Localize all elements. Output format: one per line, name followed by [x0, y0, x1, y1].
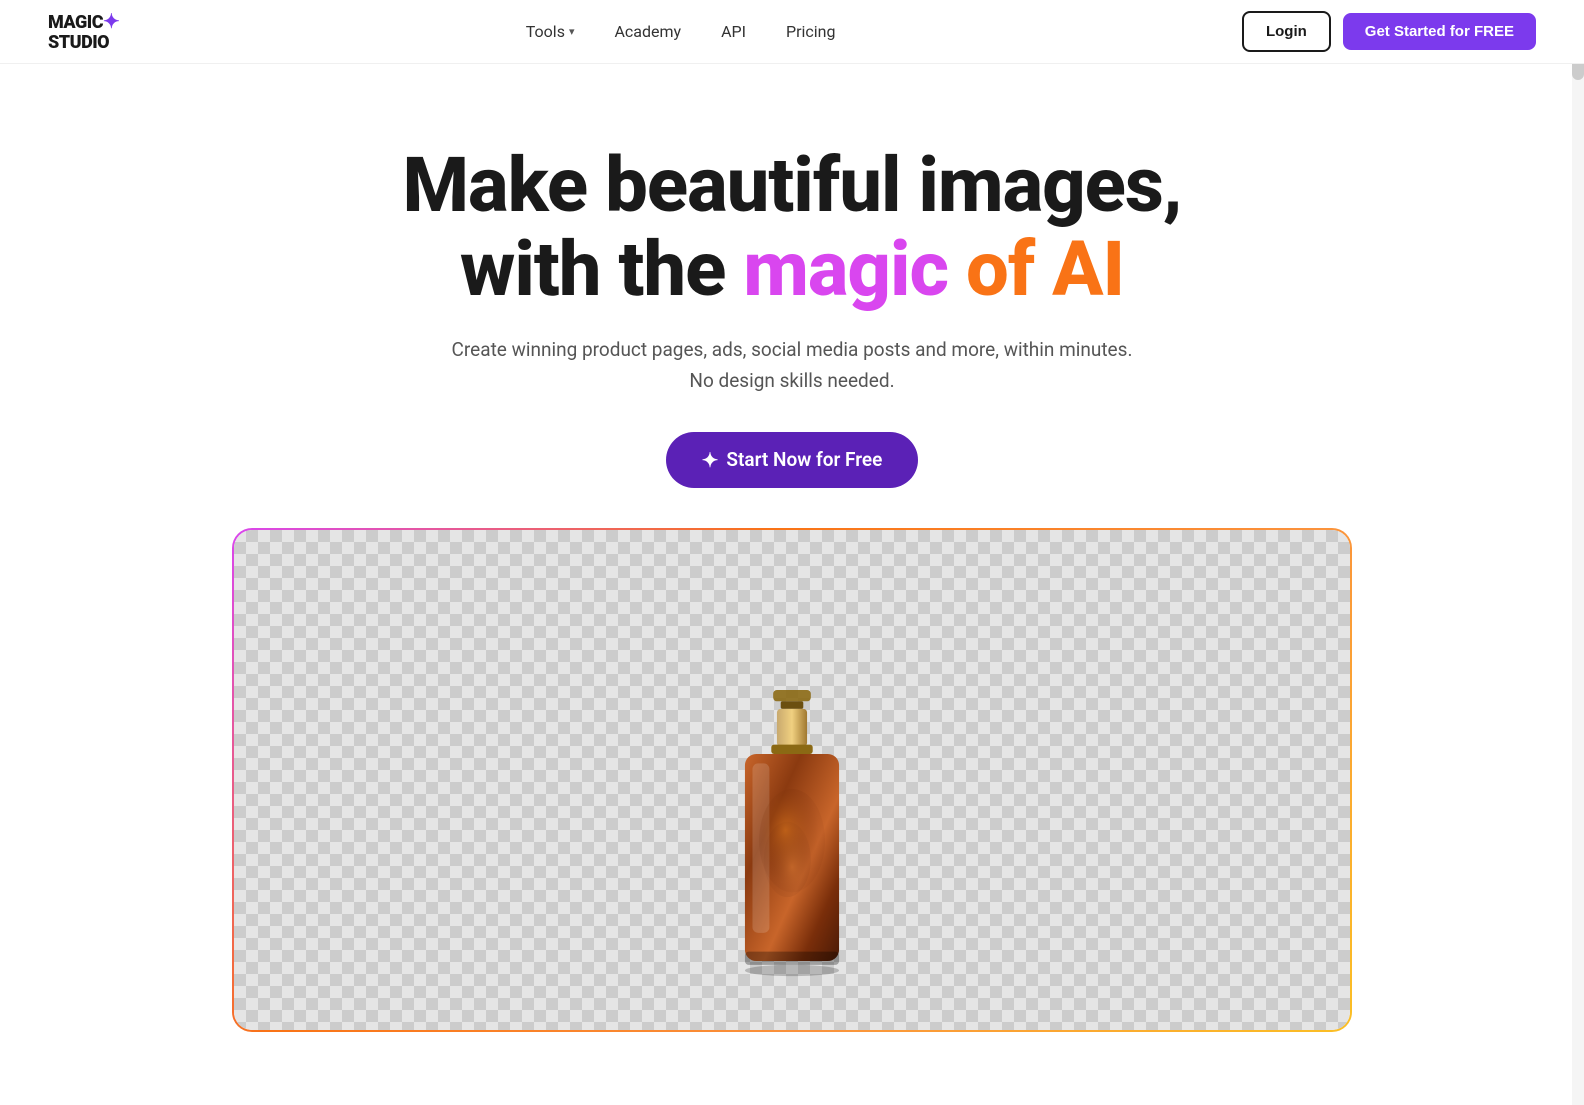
hero-subtitle-line2: No design skills needed.	[689, 369, 894, 392]
nav-link-pricing[interactable]: Pricing	[786, 22, 836, 41]
navbar: MAGIC✦ STUDIO Tools ▾ Academy API Pricin…	[0, 0, 1584, 64]
logo-link[interactable]: MAGIC✦ STUDIO	[48, 10, 119, 53]
hero-title-line2: with the magic of AI	[460, 224, 1124, 314]
checker-background	[234, 530, 1350, 1030]
hero-subtitle-line1: Create winning product pages, ads, socia…	[452, 338, 1133, 361]
nav-link-academy[interactable]: Academy	[614, 22, 681, 41]
hero-title-magic: magic	[743, 224, 948, 314]
hero-title-of: of	[948, 224, 1052, 314]
start-now-label: Start Now for Free	[726, 448, 882, 471]
nav-item-academy: Academy	[614, 22, 681, 41]
nav-item-api: API	[721, 22, 746, 41]
perfume-bottle-image	[692, 690, 892, 1010]
hero-title-line1: Make beautiful images,	[402, 140, 1181, 230]
sparkle-icon: ✦	[702, 448, 719, 472]
logo-text-studio: STUDIO	[48, 33, 119, 53]
hero-title: Make beautiful images, with the magic of…	[40, 144, 1544, 311]
nav-item-pricing: Pricing	[786, 22, 836, 41]
logo-star-icon: ✦	[103, 9, 119, 33]
logo-text-magic: MAGIC✦	[48, 10, 119, 33]
start-now-button[interactable]: ✦ Start Now for Free	[666, 432, 919, 488]
nav-links: Tools ▾ Academy API Pricing	[526, 22, 836, 41]
tools-label: Tools	[526, 22, 565, 41]
academy-label: Academy	[614, 22, 681, 41]
browser-scrollbar[interactable]	[1572, 0, 1584, 1105]
hero-subtitle: Create winning product pages, ads, socia…	[40, 335, 1544, 396]
nav-link-api[interactable]: API	[721, 22, 746, 41]
api-label: API	[721, 22, 746, 41]
demo-container	[232, 528, 1352, 1032]
pricing-label: Pricing	[786, 22, 836, 41]
login-button[interactable]: Login	[1242, 11, 1331, 52]
nav-actions: Login Get Started for FREE	[1242, 11, 1536, 52]
nav-item-tools: Tools ▾	[526, 22, 575, 41]
get-started-button[interactable]: Get Started for FREE	[1343, 13, 1536, 50]
chevron-down-icon: ▾	[569, 25, 575, 38]
nav-link-tools[interactable]: Tools ▾	[526, 22, 575, 41]
hero-section: Make beautiful images, with the magic of…	[0, 64, 1584, 1082]
hero-title-plain: with the	[460, 224, 743, 314]
hero-title-ai: AI	[1052, 224, 1124, 314]
